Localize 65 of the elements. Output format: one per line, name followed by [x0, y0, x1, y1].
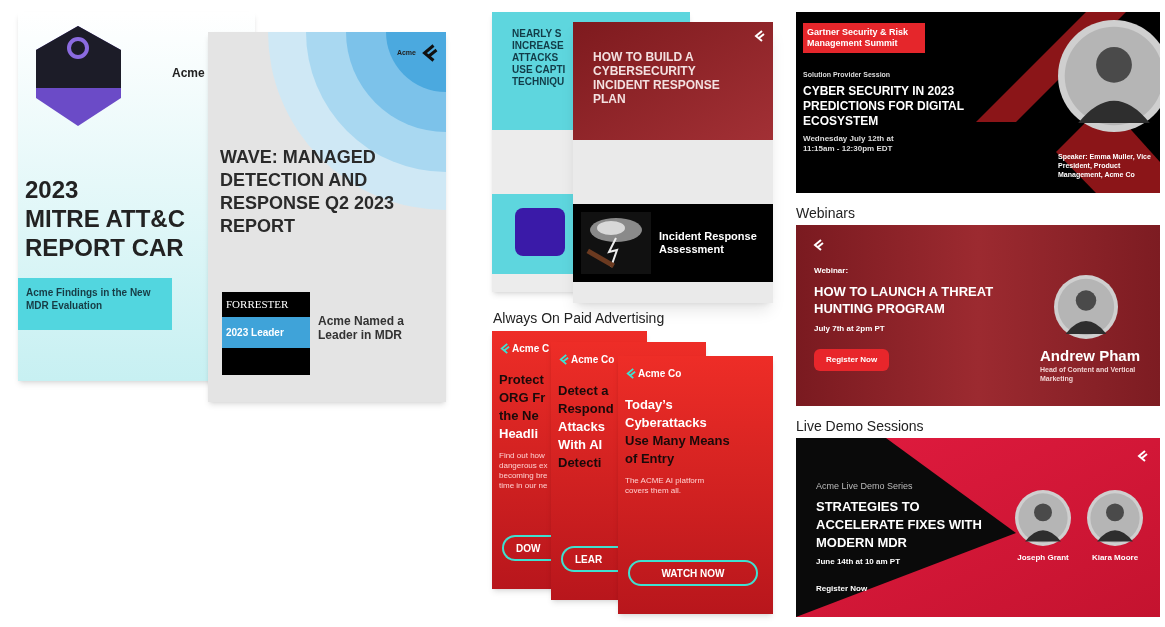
report-title: WAVE: MANAGED DETECTION AND RESPONSE Q2 2023 REPORT: [220, 146, 396, 238]
ad-text: Find out how: [499, 451, 545, 461]
logo-icon: [625, 368, 636, 379]
ad-text: dangerous ex: [499, 461, 548, 471]
ad-headline: Use Many Means: [625, 432, 730, 450]
panel-title: Incident Response Assessment: [659, 230, 758, 256]
event-label: Webinar:: [814, 265, 849, 277]
brand-name: Acme: [172, 65, 205, 82]
register-link[interactable]: Register Now: [816, 583, 868, 595]
event-date: Wednesday July 12th at 11:15am - 12:30pm EDT: [803, 134, 895, 154]
ad-headline: Headli: [499, 425, 538, 443]
email-title: USE CAPTI: [512, 64, 566, 76]
brand-name: Acme Co: [571, 353, 615, 367]
email-title: ATTACKS: [512, 52, 559, 64]
badge-label: 2023 Leader: [222, 316, 310, 348]
event-date: July 7th at 2pm PT: [814, 323, 885, 335]
ad-text: covers them all.: [625, 486, 682, 496]
tagline: Acme Named a Leader in MDR: [318, 314, 406, 342]
callout-box: Acme Findings in the New MDR Evaluation: [18, 278, 172, 330]
logo-icon: [499, 343, 510, 354]
event-tag: Gartner Security & Risk Management Summit: [803, 23, 925, 53]
ad-headline: Detecti: [558, 454, 602, 472]
email-title: TECHNIQU: [512, 76, 565, 88]
logo-icon: [558, 354, 569, 365]
section-caption: Live Demo Sessions: [796, 418, 925, 434]
ad-text: The ACME AI platform: [625, 476, 705, 486]
badge-heading: FORRESTER: [225, 297, 290, 312]
ad-text: becoming bre: [499, 471, 548, 481]
ad-headline: Protect: [499, 371, 544, 389]
email-title: NEARLY S: [512, 28, 562, 40]
ad-headline: the Ne: [499, 407, 539, 425]
event-title: HOW TO LAUNCH A THREAT HUNTING PROGRAM: [814, 283, 995, 317]
ad-headline: Respond: [558, 400, 614, 418]
logo-icon: [420, 44, 438, 62]
ad-text: time in our ne: [499, 481, 548, 491]
logo-icon: [812, 239, 824, 251]
brand-name: Acme C: [512, 342, 550, 356]
ad-headline: Today’s: [625, 396, 673, 414]
event-date: June 14th at 10 am PT: [816, 556, 901, 568]
cta-button[interactable]: WATCH NOW: [628, 560, 758, 586]
section-caption: Always On Paid Advertising: [493, 309, 666, 328]
email-title: INCREASE: [512, 40, 564, 52]
report-title: MITRE ATT&C: [25, 204, 185, 233]
logo-icon: [1136, 450, 1148, 462]
ad-headline: of Entry: [625, 450, 675, 468]
speaker-name: Kiara Moore: [1091, 552, 1139, 564]
report-title: 2023: [25, 175, 80, 204]
event-title: STRATEGIES TO ACCELERATE FIXES WITH MODERN MDR: [816, 498, 983, 552]
register-button[interactable]: Register Now: [814, 349, 890, 371]
app-tile-icon: [515, 208, 565, 256]
report-title: REPORT CAR: [25, 233, 185, 262]
ad-headline: Cyberattacks: [625, 414, 707, 432]
speaker-name: Joseph Grant: [1017, 552, 1069, 564]
logo-icon: [753, 30, 765, 42]
host-name: Andrew Pham: [1040, 346, 1141, 366]
badge-icon: [36, 26, 121, 126]
series-label: Acme Live Demo Series: [816, 480, 913, 493]
brand-name: Acme Co: [638, 367, 682, 381]
ad-headline: With AI: [558, 436, 603, 454]
email-title: HOW TO BUILD A CYBERSECURITY INCIDENT RESPONSE PLAN: [593, 50, 721, 106]
event-title: CYBER SECURITY IN 2023 PREDICTIONS FOR DIGITAL ECOSYSTEM: [803, 84, 965, 129]
section-caption: Webinars: [796, 205, 856, 221]
ad-headline: Attacks: [558, 418, 605, 436]
ad-headline: Detect a: [558, 382, 609, 400]
ad-headline: ORG Fr: [499, 389, 546, 407]
